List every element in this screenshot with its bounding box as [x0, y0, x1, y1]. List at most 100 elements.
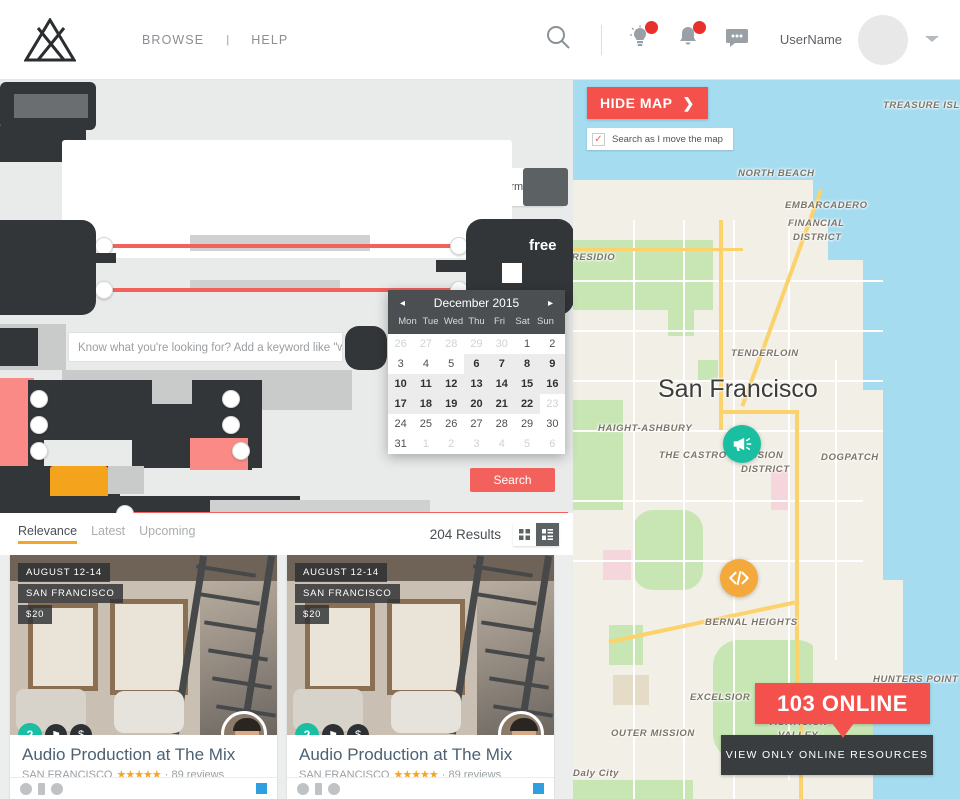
- card-badges: 2⚑$: [295, 723, 369, 735]
- seats-badge: 2: [18, 723, 42, 735]
- calendar-day[interactable]: 31: [388, 434, 413, 454]
- grid-view-icon[interactable]: [513, 522, 536, 546]
- calendar-day[interactable]: 2: [439, 434, 464, 454]
- calendar-day[interactable]: 11: [413, 374, 439, 394]
- book-icon[interactable]: [315, 782, 322, 795]
- calendar-day[interactable]: 1: [413, 434, 438, 454]
- slider-knob-left-2[interactable]: [95, 281, 113, 299]
- calendar-day[interactable]: 4: [489, 434, 514, 454]
- calendar-day[interactable]: 26: [439, 414, 464, 434]
- tab-relevance[interactable]: Relevance: [18, 524, 91, 544]
- code-marker[interactable]: [720, 559, 758, 597]
- list-item[interactable]: AUGUST 12-14SAN FRANCISCO$202⚑$ Audio Pro…: [287, 555, 554, 799]
- info-icon[interactable]: [297, 782, 309, 795]
- calendar-day[interactable]: 1: [514, 334, 539, 354]
- card-title[interactable]: Audio Production at The Mix: [299, 745, 542, 765]
- calendar-day[interactable]: 30: [540, 414, 565, 434]
- toggle-no-1[interactable]: [222, 390, 240, 408]
- redacted-accent: [50, 466, 108, 498]
- calendar-day[interactable]: 28: [489, 414, 514, 434]
- calendar-day[interactable]: 24: [388, 414, 413, 434]
- calendar-day[interactable]: 23: [540, 394, 565, 414]
- calendar-day[interactable]: 3: [464, 434, 489, 454]
- nav-help[interactable]: HELP: [229, 33, 310, 47]
- calendar-day[interactable]: 5: [514, 434, 539, 454]
- calendar-day[interactable]: 27: [413, 334, 438, 354]
- calendar-prev-icon[interactable]: ◂: [396, 298, 409, 309]
- money-icon: $: [347, 724, 369, 735]
- calendar-day[interactable]: 19: [438, 394, 464, 414]
- share-icon[interactable]: [51, 782, 63, 795]
- card-image: AUGUST 12-14 SAN FRANCISCO $20 2⚑$: [287, 555, 554, 735]
- slider-track-1[interactable]: [105, 244, 460, 248]
- redacted-block: [108, 466, 144, 494]
- bookmark-icon[interactable]: [533, 783, 544, 794]
- hide-map-button[interactable]: HIDE MAP ❯: [587, 87, 708, 119]
- toggle-no-3[interactable]: [232, 442, 250, 460]
- calendar-day[interactable]: 15: [514, 374, 540, 394]
- card-price-badge: $20: [18, 605, 53, 624]
- map-label: FINANCIAL: [788, 218, 845, 229]
- calendar-day[interactable]: 7: [489, 354, 515, 374]
- megaphone-marker[interactable]: [723, 425, 761, 463]
- bookmark-icon[interactable]: [256, 783, 267, 794]
- toggle-yes-1[interactable]: [30, 390, 48, 408]
- calendar-day[interactable]: 12: [438, 374, 464, 394]
- info-icon[interactable]: [20, 782, 32, 795]
- calendar-day[interactable]: 4: [413, 354, 438, 374]
- tab-upcoming[interactable]: Upcoming: [139, 524, 209, 544]
- calendar-day[interactable]: 30: [489, 334, 514, 354]
- calendar-day[interactable]: 29: [514, 414, 539, 434]
- search-icon[interactable]: [529, 24, 587, 55]
- calendar-day[interactable]: 5: [439, 354, 464, 374]
- tab-latest[interactable]: Latest: [91, 524, 139, 544]
- calendar-day[interactable]: 22: [514, 394, 540, 414]
- keyword-input[interactable]: Know what you're looking for? Add a keyw…: [68, 332, 343, 362]
- triangle-x-logo[interactable]: [23, 16, 77, 62]
- weekday: Thu: [468, 316, 485, 327]
- calendar-day[interactable]: 26: [388, 334, 413, 354]
- map-label: NORTH BEACH: [738, 168, 815, 179]
- calendar-day[interactable]: 16: [539, 374, 565, 394]
- calendar-day[interactable]: 8: [514, 354, 540, 374]
- search-button[interactable]: Search: [470, 468, 555, 492]
- calendar-day[interactable]: 2: [540, 334, 565, 354]
- calendar-day[interactable]: 29: [464, 334, 489, 354]
- calendar-day[interactable]: 13: [463, 374, 490, 394]
- calendar-next-icon[interactable]: ▸: [544, 298, 557, 309]
- toggle-yes-3[interactable]: [30, 442, 48, 460]
- calendar-day[interactable]: 14: [489, 374, 515, 394]
- search-as-move-checkbox[interactable]: ✓: [592, 132, 605, 146]
- toggle-no-2[interactable]: [222, 416, 240, 434]
- calendar-day[interactable]: 9: [539, 354, 565, 374]
- chat-bubble-icon[interactable]: [712, 27, 762, 52]
- calendar-day[interactable]: 6: [463, 354, 490, 374]
- calendar-day[interactable]: 17: [388, 394, 414, 414]
- card-title[interactable]: Audio Production at The Mix: [22, 745, 265, 765]
- calendar-day[interactable]: 3: [388, 354, 413, 374]
- list-view-icon[interactable]: [536, 522, 559, 546]
- toggle-yes-2[interactable]: [30, 416, 48, 434]
- calendar-day[interactable]: 10: [388, 374, 414, 394]
- view-online-resources-button[interactable]: VIEW ONLY ONLINE RESOURCES: [721, 735, 933, 775]
- nav-browse[interactable]: BROWSE: [120, 33, 226, 47]
- weekday: Sun: [537, 316, 554, 327]
- share-icon[interactable]: [328, 782, 340, 795]
- redacted-level-option[interactable]: [523, 168, 568, 206]
- calendar-day[interactable]: 27: [464, 414, 489, 434]
- list-item[interactable]: AUGUST 12-14SAN FRANCISCO$202⚑$Audio Pro…: [10, 555, 277, 799]
- chevron-down-icon[interactable]: [924, 31, 940, 49]
- calendar-day[interactable]: 18: [413, 394, 439, 414]
- map-panel[interactable]: TREASURE ISLAND NORTH BEACH EMBARCADERO FIN…: [573, 80, 960, 799]
- calendar-day[interactable]: 28: [439, 334, 464, 354]
- calendar-day[interactable]: 21: [489, 394, 515, 414]
- search-as-move-map[interactable]: ✓ Search as I move the map: [587, 128, 733, 150]
- redacted-free-inner: [502, 263, 522, 283]
- calendar-day[interactable]: 20: [463, 394, 490, 414]
- bell-icon[interactable]: [664, 21, 712, 54]
- avatar[interactable]: [858, 14, 908, 65]
- lightbulb-icon[interactable]: [616, 21, 664, 54]
- book-icon[interactable]: [38, 782, 45, 795]
- calendar-day[interactable]: 6: [540, 434, 565, 454]
- calendar-day[interactable]: 25: [413, 414, 438, 434]
